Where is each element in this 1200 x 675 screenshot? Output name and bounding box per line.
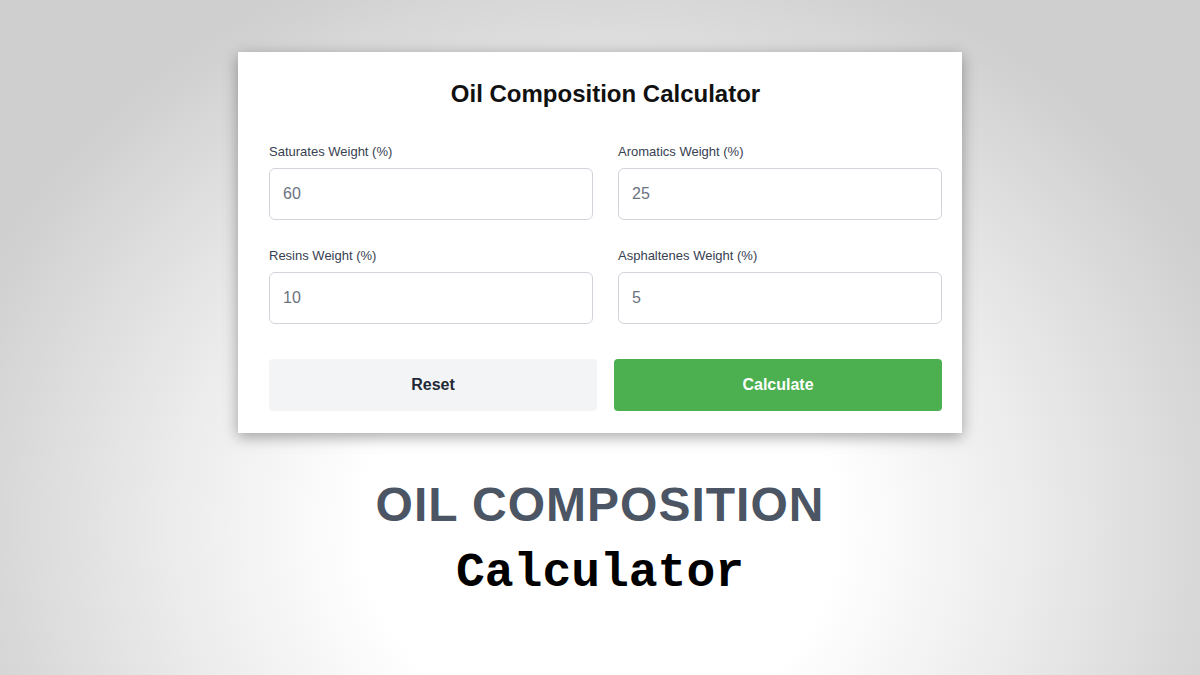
background-photo: Oil Composition Calculator Saturates Weig… — [0, 0, 1200, 675]
form-field: Saturates Weight (%) — [269, 144, 593, 220]
reset-button[interactable]: Reset — [269, 359, 597, 411]
number-input[interactable] — [269, 168, 593, 220]
card-title: Oil Composition Calculator — [269, 78, 942, 110]
calculate-button[interactable]: Calculate — [614, 359, 942, 411]
banner-subheading: Calculator — [456, 545, 744, 601]
number-input[interactable] — [618, 272, 942, 324]
button-row: Reset Calculate — [269, 359, 942, 411]
field-label: Asphaltenes Weight (%) — [618, 248, 942, 264]
number-input[interactable] — [269, 272, 593, 324]
field-label: Saturates Weight (%) — [269, 144, 593, 160]
number-input[interactable] — [618, 168, 942, 220]
field-label: Aromatics Weight (%) — [618, 144, 942, 160]
form-field: Asphaltenes Weight (%) — [618, 248, 942, 324]
fields-grid: Saturates Weight (%) Aromatics Weight (%)… — [269, 144, 942, 324]
field-label: Resins Weight (%) — [269, 248, 593, 264]
form-field: Aromatics Weight (%) — [618, 144, 942, 220]
form-field: Resins Weight (%) — [269, 248, 593, 324]
banner-heading: OIL COMPOSITION — [376, 477, 825, 533]
calculator-card: Oil Composition Calculator Saturates Weig… — [238, 52, 962, 433]
